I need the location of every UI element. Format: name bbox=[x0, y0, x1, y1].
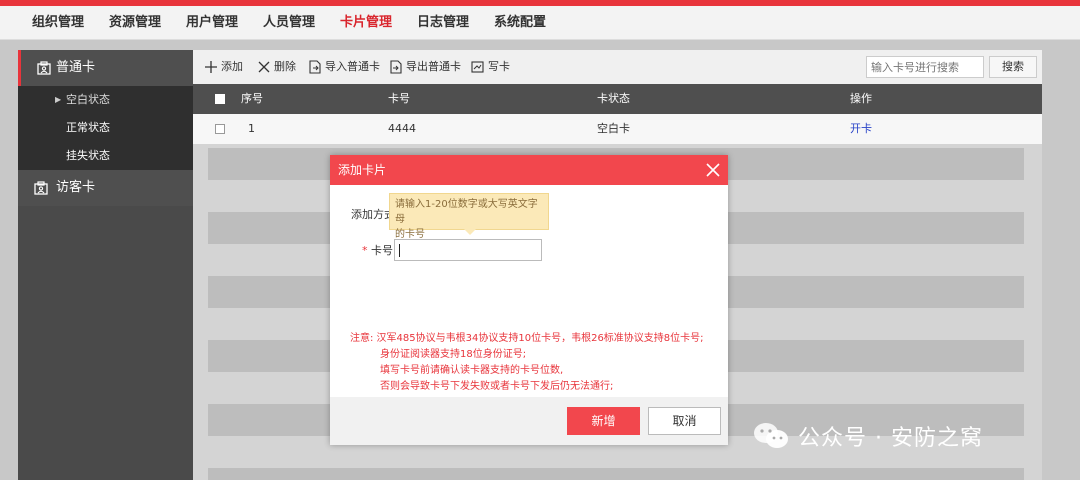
cell-index: 1 bbox=[248, 122, 255, 135]
nav-item-card[interactable]: 卡片管理 bbox=[340, 6, 392, 40]
sidebar-group-normal-card[interactable]: 普通卡 bbox=[18, 50, 193, 86]
import-file-icon bbox=[309, 60, 321, 74]
export-label: 导出普通卡 bbox=[406, 60, 461, 73]
select-all-checkbox[interactable] bbox=[215, 94, 225, 104]
sidebar-group-label: 访客卡 bbox=[56, 180, 96, 195]
sidebar-item-lost[interactable]: 挂失状态 bbox=[18, 142, 193, 170]
card-icon bbox=[37, 61, 51, 75]
header-status: 卡状态 bbox=[597, 92, 630, 105]
cancel-button[interactable]: 取消 bbox=[648, 407, 721, 435]
dialog-header: 添加卡片 bbox=[330, 155, 728, 185]
notice-line: 填写卡号前请确认读卡器支持的卡号位数, bbox=[380, 365, 564, 376]
sidebar: 普通卡 ▶ 空白状态 正常状态 挂失状态 访客卡 bbox=[18, 50, 193, 480]
add-confirm-button[interactable]: 新增 bbox=[567, 407, 640, 435]
tooltip-line: 请输入1-20位数字或大写英文字母 bbox=[395, 199, 538, 225]
sidebar-item-label: 挂失状态 bbox=[66, 149, 110, 162]
close-icon[interactable] bbox=[706, 163, 720, 177]
watermark: 公众号 · 安防之窝 bbox=[752, 420, 983, 452]
add-card-dialog: 添加卡片 添加方式 批量 请输入1-20位数字或大写英文字母 的卡号 * 卡号:… bbox=[330, 155, 728, 445]
toolbar: 添加 删除 导入普通卡 导出普通卡 写卡 搜索 bbox=[193, 50, 1042, 84]
import-button[interactable]: 导入普通卡 bbox=[309, 59, 380, 75]
notice-line: 注意: 汉军485协议与韦根34协议支持10位卡号，韦根26标准协议支持8位卡号… bbox=[350, 333, 704, 344]
nav-item-system[interactable]: 系统配置 bbox=[494, 6, 546, 40]
open-card-link[interactable]: 开卡 bbox=[850, 114, 872, 144]
sidebar-group-label: 普通卡 bbox=[56, 60, 96, 75]
dialog-footer: 新增 取消 bbox=[330, 397, 728, 445]
sidebar-item-blank[interactable]: ▶ 空白状态 bbox=[18, 86, 193, 114]
export-file-icon bbox=[390, 60, 402, 74]
top-navigation: 组织管理 资源管理 用户管理 人员管理 卡片管理 日志管理 系统配置 bbox=[0, 6, 1080, 40]
import-label: 导入普通卡 bbox=[325, 60, 380, 73]
add-label: 添加 bbox=[221, 60, 243, 73]
header-index: 序号 bbox=[241, 92, 263, 105]
watermark-text: 公众号 · 安防之窝 bbox=[798, 426, 983, 451]
search-input[interactable] bbox=[866, 56, 984, 78]
visitor-card-icon bbox=[34, 181, 48, 195]
table-row: 1 4444 空白卡 开卡 bbox=[193, 114, 1042, 144]
plus-icon bbox=[205, 61, 217, 73]
search-button[interactable]: 搜索 bbox=[989, 56, 1037, 78]
card-no-input[interactable] bbox=[394, 239, 542, 261]
nav-item-person[interactable]: 人员管理 bbox=[263, 6, 315, 40]
write-card-icon bbox=[471, 61, 484, 73]
notice-line: 否则会导致卡号下发失败或者卡号下发后仍无法通行; bbox=[380, 381, 614, 392]
sidebar-item-label: 空白状态 bbox=[66, 93, 110, 106]
wechat-icon bbox=[754, 423, 788, 448]
close-x-icon bbox=[258, 61, 270, 73]
sidebar-item-normal[interactable]: 正常状态 bbox=[18, 114, 193, 142]
card-no-label-text: 卡号: bbox=[371, 244, 397, 257]
empty-row bbox=[208, 468, 1024, 480]
delete-button[interactable]: 删除 bbox=[258, 59, 296, 75]
card-no-label: * 卡号: bbox=[362, 242, 397, 258]
header-action: 操作 bbox=[850, 92, 872, 105]
cell-status: 空白卡 bbox=[597, 122, 630, 135]
cell-card-no: 4444 bbox=[388, 122, 416, 135]
table-header: 序号 卡号 卡状态 操作 bbox=[193, 84, 1042, 114]
caret-right-icon: ▶ bbox=[55, 95, 62, 104]
notice-line: 身份证阅读器支持18位身份证号; bbox=[380, 349, 527, 360]
delete-label: 删除 bbox=[274, 60, 296, 73]
nav-item-log[interactable]: 日志管理 bbox=[417, 6, 469, 40]
nav-item-org[interactable]: 组织管理 bbox=[32, 6, 84, 40]
header-card-no: 卡号 bbox=[388, 92, 410, 105]
row-checkbox[interactable] bbox=[215, 124, 225, 134]
add-button[interactable]: 添加 bbox=[205, 59, 243, 75]
dialog-title: 添加卡片 bbox=[338, 163, 387, 177]
sidebar-item-label: 正常状态 bbox=[66, 121, 110, 134]
required-asterisk: * bbox=[362, 244, 371, 257]
sidebar-group-visitor-card[interactable]: 访客卡 bbox=[18, 170, 193, 206]
export-button[interactable]: 导出普通卡 bbox=[390, 59, 461, 75]
nav-item-resource[interactable]: 资源管理 bbox=[109, 6, 161, 40]
nav-item-user[interactable]: 用户管理 bbox=[186, 6, 238, 40]
text-cursor bbox=[399, 244, 400, 257]
write-card-button[interactable]: 写卡 bbox=[471, 59, 510, 75]
card-no-tooltip: 请输入1-20位数字或大写英文字母 的卡号 bbox=[389, 193, 549, 240]
notice-text: 注意: 汉军485协议与韦根34协议支持10位卡号，韦根26标准协议支持8位卡号… bbox=[350, 331, 720, 395]
write-label: 写卡 bbox=[488, 60, 510, 73]
